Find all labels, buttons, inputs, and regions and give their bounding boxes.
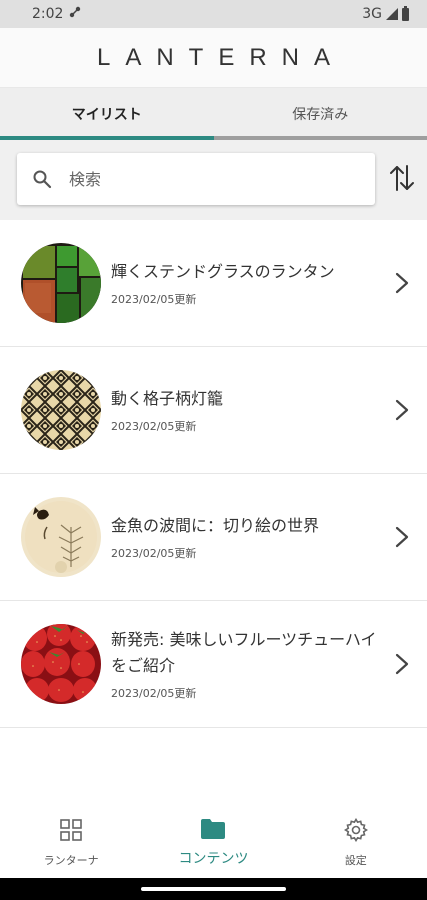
search-box[interactable] [17,153,375,205]
list-item[interactable]: 新発売: 美味しいフルーツチューハイをご紹介 2023/02/05更新 [0,601,427,728]
item-title: 金魚の波間に：切り絵の世界 [111,516,320,535]
gesture-bar [0,878,427,900]
item-title: 輝くステンドグラスのランタン [111,262,335,281]
tab-my-list[interactable]: マイリスト [0,88,214,140]
nav-lanterna[interactable]: ランターナ [0,808,142,878]
gear-icon [343,817,368,846]
search-icon [31,168,53,190]
bottom-nav: ランターナ コンテンツ 設定 [0,808,427,878]
battery-icon [402,5,409,21]
content-list: 輝くステンドグラスのランタン 2023/02/05更新 動く格子柄灯籠 2023… [0,220,427,728]
nav-label: コンテンツ [178,851,249,867]
signal-icon [386,8,398,20]
tab-saved[interactable]: 保存済み [214,88,427,140]
chevron-right-icon [393,271,411,295]
app-header: LANTERNA [0,28,427,88]
grid-icon [59,818,83,846]
strawberries-thumbnail [21,624,101,704]
status-bar: 2:02 3G [0,0,427,28]
item-date: 2023/02/05更新 [111,687,197,700]
folder-icon [200,818,226,844]
tab-label: マイリスト [71,107,142,123]
tab-label: 保存済み [292,107,349,123]
item-title: 動く格子柄灯籠 [111,389,224,408]
goldfish-papercut-thumbnail [21,497,101,577]
search-input[interactable] [69,169,329,189]
sort-icon [388,163,416,197]
notification-icon [69,6,81,22]
chevron-right-icon [393,398,411,422]
list-item[interactable]: 金魚の波間に：切り絵の世界 2023/02/05更新 [0,474,427,601]
list-item[interactable]: 動く格子柄灯籠 2023/02/05更新 [0,347,427,474]
status-time: 2:02 [32,6,64,22]
app-logo: LANTERNA [96,43,346,71]
item-title: 新発売: 美味しいフルーツチューハイをご紹介 [111,630,377,675]
item-date: 2023/02/05更新 [111,420,197,433]
item-date: 2023/02/05更新 [111,293,197,306]
tab-bar: マイリスト 保存済み [0,88,427,140]
lattice-pattern-thumbnail [21,370,101,450]
sort-button[interactable] [386,162,418,198]
search-area [0,140,427,220]
home-gesture-handle[interactable] [141,887,286,891]
list-item[interactable]: 輝くステンドグラスのランタン 2023/02/05更新 [0,220,427,347]
item-date: 2023/02/05更新 [111,547,197,560]
chevron-right-icon [393,652,411,676]
nav-contents[interactable]: コンテンツ [142,808,284,878]
nav-label: ランターナ [43,854,99,867]
stained-glass-thumbnail [21,243,101,323]
nav-settings[interactable]: 設定 [285,808,427,878]
chevron-right-icon [393,525,411,549]
network-type: 3G [362,6,382,22]
nav-label: 設定 [344,854,367,867]
